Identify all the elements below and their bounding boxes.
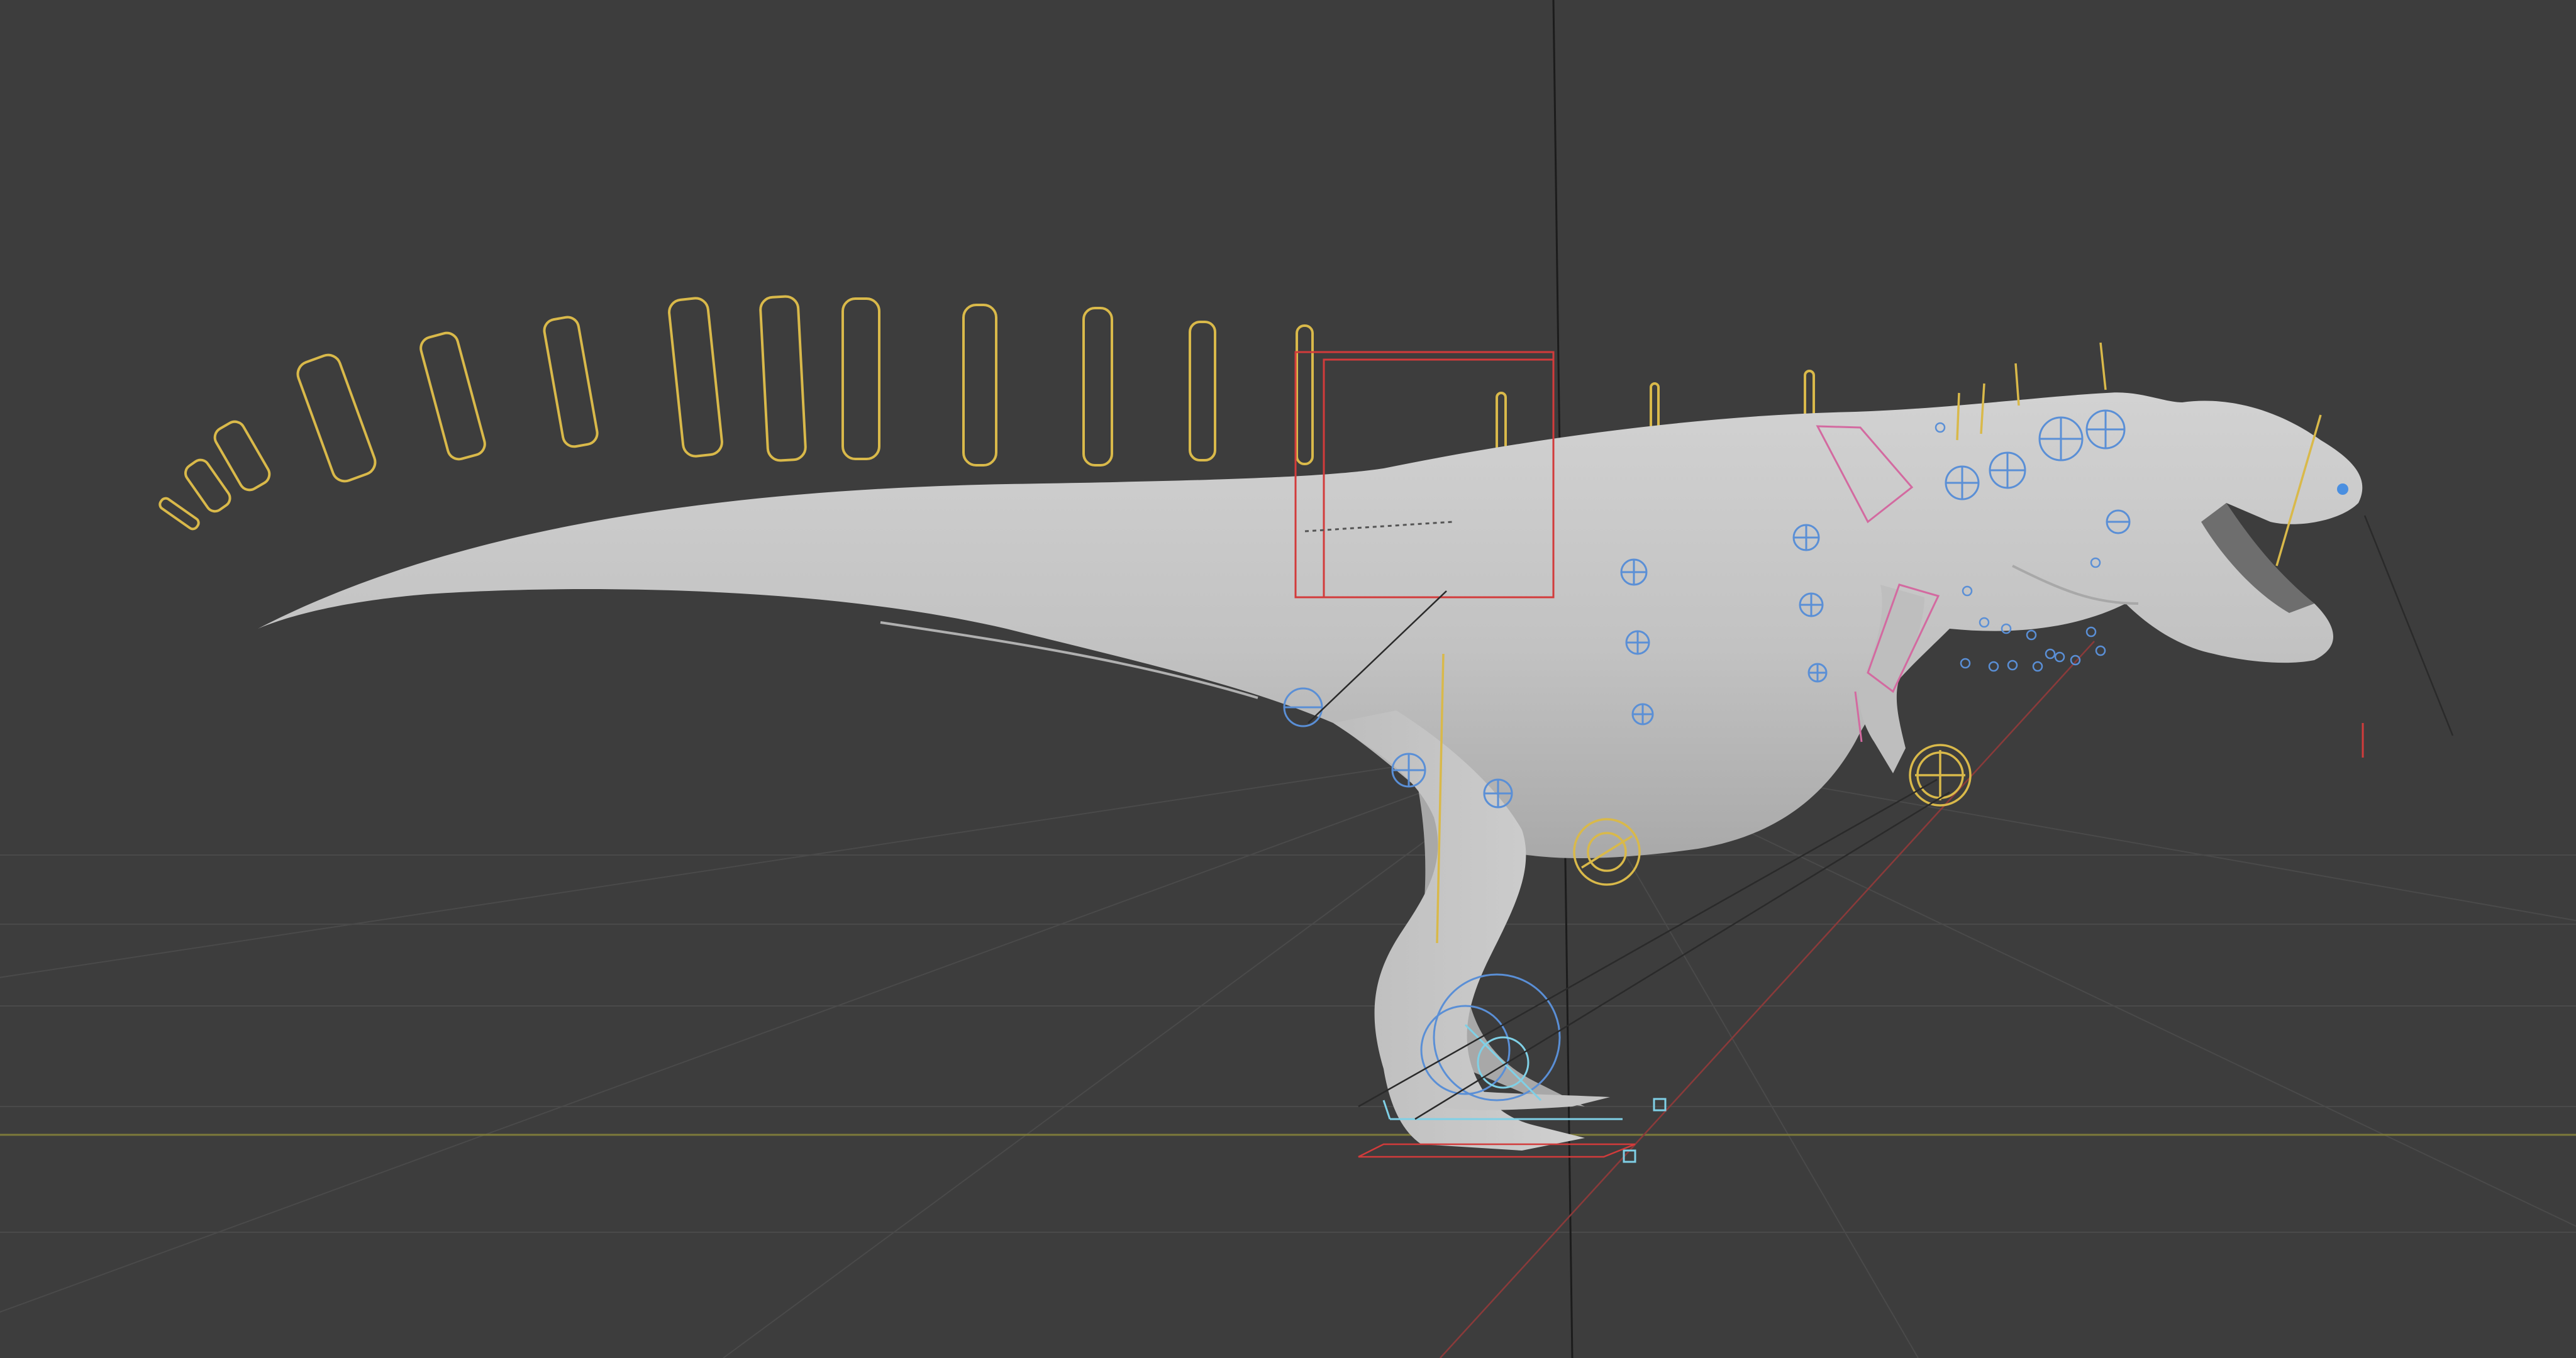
- viewport-canvas: [0, 0, 2576, 1358]
- 3d-viewport[interactable]: [0, 0, 2576, 1358]
- floor-grid: [0, 741, 2576, 1358]
- dinosaur-mesh[interactable]: [258, 392, 2363, 1151]
